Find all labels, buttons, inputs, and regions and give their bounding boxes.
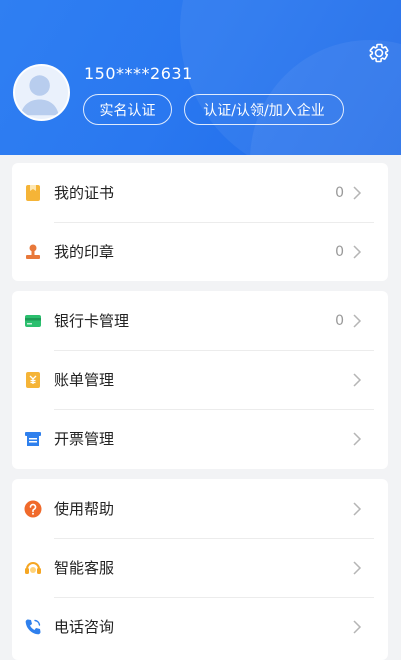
real-name-verify-button[interactable]: 实名认证 [83, 94, 172, 125]
menu-item-label: 智能客服 [54, 559, 115, 577]
menu-item-count: 0 [335, 243, 344, 260]
gear-icon[interactable] [367, 41, 391, 65]
chevron-right-icon [353, 619, 362, 634]
chevron-right-icon [353, 560, 362, 575]
menu-group-certificates: 我的证书 0 我的印章 0 [12, 163, 388, 281]
menu-group-finance: 银行卡管理 0 账单管理 开票管理 [12, 291, 388, 469]
phone-number: 150****2631 [84, 64, 193, 83]
help-icon [24, 500, 42, 517]
seal-icon [26, 244, 40, 259]
chevron-right-icon [353, 501, 362, 516]
menu-item-label: 电话咨询 [54, 618, 115, 636]
chevron-right-icon [353, 313, 362, 328]
menu-item-bank-cards[interactable]: 银行卡管理 0 [12, 291, 388, 350]
chevron-right-icon [353, 372, 362, 387]
avatar[interactable] [13, 64, 70, 121]
menu-item-label: 我的印章 [54, 243, 115, 261]
menu-item-customer-service[interactable]: 智能客服 [12, 538, 388, 597]
menu-item-label: 银行卡管理 [54, 312, 130, 330]
invoice-icon [25, 431, 41, 446]
menu-item-count: 0 [335, 312, 344, 329]
certificate-icon [26, 184, 40, 201]
menu-group-support: 使用帮助 智能客服 电话咨询 [12, 479, 388, 660]
menu-item-seals[interactable]: 我的印章 0 [12, 222, 388, 281]
menu-item-count: 0 [335, 184, 344, 201]
chevron-right-icon [353, 431, 362, 446]
profile-header: 150****2631 实名认证 认证/认领/加入企业 [0, 0, 401, 155]
join-company-button[interactable]: 认证/认领/加入企业 [184, 94, 344, 125]
menu-item-label: 开票管理 [54, 430, 115, 448]
menu-item-help[interactable]: 使用帮助 [12, 479, 388, 538]
chevron-right-icon [353, 185, 362, 200]
menu-item-invoices[interactable]: 开票管理 [12, 409, 388, 468]
menu-item-certificates[interactable]: 我的证书 0 [12, 163, 388, 222]
menu-item-phone-consult[interactable]: 电话咨询 [12, 597, 388, 656]
menu-item-label: 我的证书 [54, 184, 115, 202]
menu-item-bills[interactable]: 账单管理 [12, 350, 388, 409]
menu-item-label: 账单管理 [54, 371, 115, 389]
bank-card-icon [25, 314, 41, 327]
bill-icon [26, 371, 40, 388]
menu-item-label: 使用帮助 [54, 500, 115, 518]
phone-icon [25, 619, 41, 634]
user-icon [20, 75, 59, 116]
customer-service-icon [25, 561, 41, 574]
chevron-right-icon [353, 244, 362, 259]
